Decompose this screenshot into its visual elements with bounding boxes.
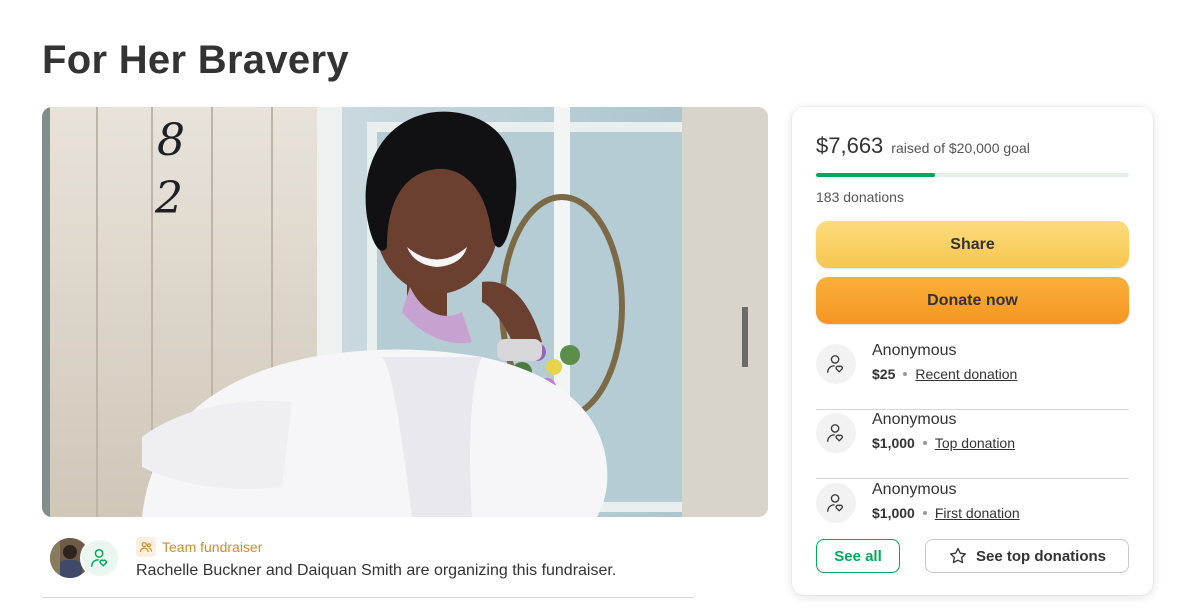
organizer-section: Team fundraiser Rachelle Buckner and Dai… xyxy=(42,532,694,598)
user-heart-icon xyxy=(91,549,107,567)
donate-now-button[interactable]: Donate now xyxy=(816,277,1129,324)
house-number-top: 8 xyxy=(157,115,185,166)
progress-fill xyxy=(816,173,935,177)
raised-amount: $7,663 xyxy=(816,133,884,158)
campaign-photo-image: 8 2 xyxy=(42,107,768,517)
see-top-donations-button[interactable]: See top donations xyxy=(925,539,1129,573)
donation-meta: $1,000 First donation xyxy=(872,505,1020,521)
donor-name: Anonymous xyxy=(872,481,957,498)
donation-card: $7,663 raised of $20,000 goal 183 donati… xyxy=(792,107,1153,595)
organizer-heart-avatar[interactable] xyxy=(80,538,120,578)
donation-amount: $1,000 xyxy=(872,435,915,451)
user-heart-icon xyxy=(827,355,843,373)
donation-item: Anonymous $1,000 Top donation xyxy=(816,409,1129,479)
donation-amount: $25 xyxy=(872,366,896,382)
separator-dot xyxy=(922,441,927,445)
donation-item: Anonymous $25 Recent donation xyxy=(816,340,1129,410)
recent-donation-link[interactable]: Recent donation xyxy=(915,366,1017,382)
donor-avatar xyxy=(816,483,856,523)
donation-amount: $1,000 xyxy=(872,505,915,521)
people-icon xyxy=(136,537,156,557)
campaign-photo[interactable]: 8 2 xyxy=(42,107,768,517)
see-top-donations-label: See top donations xyxy=(975,547,1106,565)
donor-name: Anonymous xyxy=(872,342,957,359)
donor-name: Anonymous xyxy=(872,411,957,428)
goal-text: raised of $20,000 goal xyxy=(891,140,1030,156)
raised-summary: $7,663 raised of $20,000 goal xyxy=(816,133,1030,159)
share-button[interactable]: Share xyxy=(816,221,1129,268)
page-title: For Her Bravery xyxy=(42,38,349,82)
donation-count: 183 donations xyxy=(816,189,904,205)
user-heart-icon xyxy=(827,424,843,442)
first-donation-link[interactable]: First donation xyxy=(935,505,1020,521)
progress-bar xyxy=(816,173,1129,177)
user-heart-icon xyxy=(827,494,843,512)
separator-dot xyxy=(922,511,927,515)
see-all-button[interactable]: See all xyxy=(816,539,900,573)
donation-meta: $25 Recent donation xyxy=(872,366,1017,382)
donation-meta: $1,000 Top donation xyxy=(872,435,1015,451)
top-donation-link[interactable]: Top donation xyxy=(935,435,1015,451)
separator-dot xyxy=(903,372,908,376)
organizer-text: Rachelle Buckner and Daiquan Smith are o… xyxy=(136,562,617,579)
house-number-bottom: 2 xyxy=(154,173,183,224)
donor-avatar xyxy=(816,344,856,384)
star-icon xyxy=(949,547,966,564)
team-fundraiser-label: Team fundraiser xyxy=(162,539,263,555)
donor-avatar xyxy=(816,413,856,453)
team-fundraiser-badge: Team fundraiser xyxy=(136,536,262,558)
